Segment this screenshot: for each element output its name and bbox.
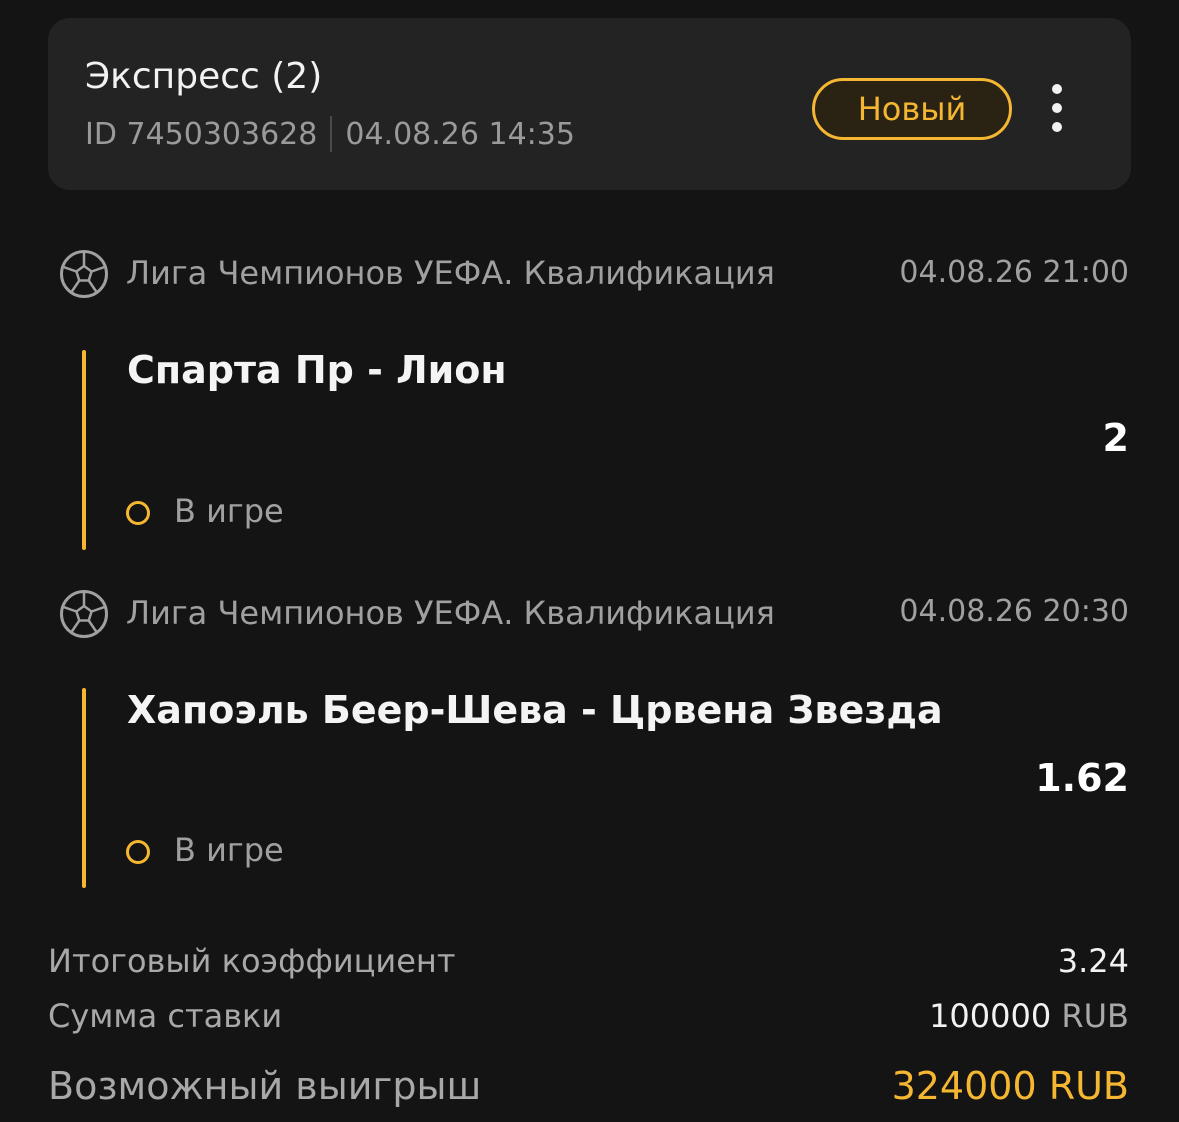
soccer-ball-icon — [60, 250, 108, 298]
possible-winnings-label: Возможный выигрыш — [48, 1064, 482, 1108]
status-indicator-icon — [126, 501, 150, 525]
more-dot — [1052, 103, 1062, 113]
selection-odds: 1.62 — [1035, 756, 1129, 800]
stake-currency: RUB — [1061, 997, 1129, 1035]
event-date: 04.08.26 20:30 — [899, 594, 1129, 629]
status-badge: Новый — [812, 78, 1012, 140]
bet-meta: ID 7450303628 04.08.26 14:35 — [85, 116, 575, 152]
league-name: Лига Чемпионов УЕФА. Квалификация — [126, 254, 775, 292]
selection-indicator-bar — [82, 350, 86, 550]
more-options-icon[interactable] — [1042, 84, 1072, 132]
meta-divider — [330, 116, 333, 152]
more-dot — [1052, 122, 1062, 132]
selection-odds: 2 — [1102, 416, 1129, 460]
bet-title: Экспресс (2) — [85, 56, 323, 97]
league-name: Лига Чемпионов УЕФА. Квалификация — [126, 594, 775, 632]
bet-header-card: Экспресс (2) ID 7450303628 04.08.26 14:3… — [48, 18, 1131, 190]
total-odds-label: Итоговый коэффициент — [48, 942, 456, 980]
stake-label: Сумма ставки — [48, 997, 283, 1035]
event-date: 04.08.26 21:00 — [899, 255, 1129, 290]
match-name[interactable]: Спарта Пр - Лион — [127, 348, 507, 392]
stake-amount: 100000 — [929, 997, 1052, 1035]
soccer-ball-icon — [60, 590, 108, 638]
status-indicator-icon — [126, 840, 150, 864]
event-status: В игре — [174, 492, 284, 530]
stake-value: 100000 RUB — [929, 997, 1129, 1035]
event-status: В игре — [174, 831, 284, 869]
bet-id: ID 7450303628 — [85, 116, 318, 152]
match-name[interactable]: Хапоэль Беер-Шева - Црвена Звезда — [127, 688, 943, 732]
total-odds-value: 3.24 — [1057, 942, 1129, 980]
possible-winnings-value: 324000 RUB — [891, 1064, 1129, 1108]
selection-indicator-bar — [82, 688, 86, 888]
more-dot — [1052, 84, 1062, 94]
bet-datetime: 04.08.26 14:35 — [345, 116, 575, 152]
